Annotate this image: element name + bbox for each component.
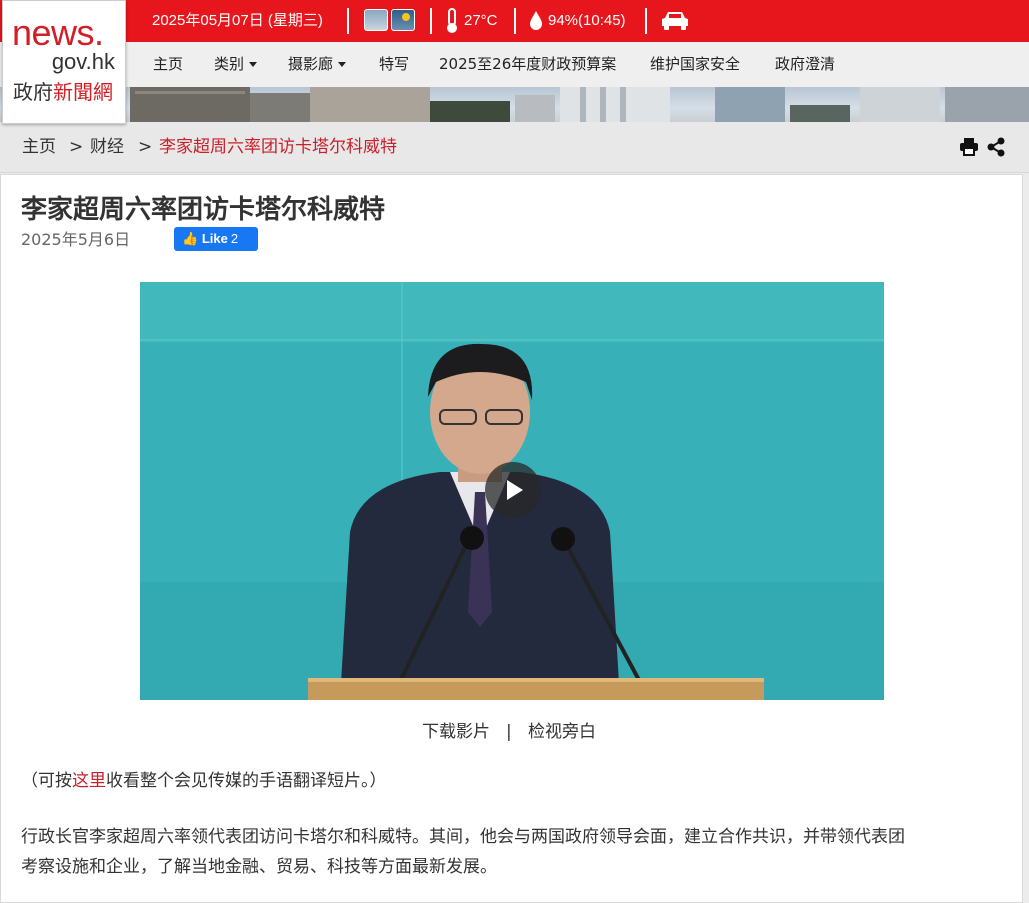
like-count: 2 xyxy=(230,231,239,246)
logo-news-text: news. xyxy=(12,12,104,53)
divider xyxy=(514,8,516,34)
top-info-bar: 2025年05月07日 (星期三) 27°C 94%(10:45) xyxy=(0,0,1029,42)
nav-national-security[interactable]: 维护国家安全 xyxy=(650,42,740,87)
article-date: 2025年5月6日 xyxy=(21,230,131,249)
caret-down-icon xyxy=(338,62,347,67)
sign-language-link[interactable]: 这里 xyxy=(72,771,106,791)
humidity[interactable]: 94%(10:45) xyxy=(548,0,626,42)
car-icon[interactable] xyxy=(660,9,690,31)
article-body: 行政长官李家超周六率领代表团访问卡塔尔和科威特。其间，他会与两国政府领导会面，建… xyxy=(21,827,905,877)
temperature[interactable]: 27°C xyxy=(464,0,498,42)
play-button[interactable] xyxy=(485,462,541,518)
droplet-icon xyxy=(530,11,542,30)
nav-budget[interactable]: 2025至26年度财政预算案 xyxy=(439,42,616,87)
facebook-like-button[interactable]: 👍 Like 2 xyxy=(174,227,258,251)
current-date: 2025年05月07日 (星期三) xyxy=(152,12,323,29)
nav-features[interactable]: 特写 xyxy=(379,42,409,87)
logo-domain-text: gov.hk xyxy=(51,49,115,74)
site-logo[interactable]: news. gov.hk 政府新聞網 xyxy=(2,0,126,124)
nav-home[interactable]: 主页 xyxy=(153,42,183,87)
skyline-banner xyxy=(0,87,1029,122)
print-icon[interactable] xyxy=(959,138,979,156)
weather-cloudy-icon[interactable] xyxy=(364,9,388,31)
sign-language-note: （可按这里收看整个会见传媒的手语翻译短片。） xyxy=(21,771,387,791)
breadcrumb-finance[interactable]: 财经 xyxy=(90,122,124,173)
main-nav: 主页 类别 摄影廊 特写 2025至26年度财政预算案 维护国家安全 政府澄清 xyxy=(0,42,1029,87)
divider xyxy=(347,8,349,34)
thumbs-up-icon: 👍 xyxy=(182,231,199,246)
nav-clarifications[interactable]: 政府澄清 xyxy=(775,42,835,87)
article-title: 李家超周六率团访卡塔尔科威特 xyxy=(21,195,386,225)
thermometer-icon xyxy=(447,8,457,33)
share-icon[interactable] xyxy=(987,137,1005,157)
link-separator: | xyxy=(506,722,512,742)
divider xyxy=(430,8,432,34)
breadcrumb-separator: > xyxy=(138,137,153,157)
breadcrumb-current: 李家超周六率团访卡塔尔科威特 xyxy=(159,137,397,157)
skyline-image xyxy=(130,87,1029,122)
breadcrumb: 主页 > 财经 > 李家超周六率团访卡塔尔科威特 xyxy=(0,122,1029,173)
weather-sunny-rain-icon[interactable] xyxy=(391,9,415,31)
divider xyxy=(645,8,647,34)
nav-categories[interactable]: 类别 xyxy=(214,42,258,87)
caret-down-icon xyxy=(249,62,258,67)
logo-chinese-text: 政府新聞網 xyxy=(13,80,113,104)
breadcrumb-home[interactable]: 主页 xyxy=(22,122,56,173)
breadcrumb-separator: > xyxy=(69,137,84,157)
view-narration-link[interactable]: 检视旁白 xyxy=(528,720,596,744)
download-video-link[interactable]: 下载影片 xyxy=(422,720,490,744)
nav-photo-gallery[interactable]: 摄影廊 xyxy=(288,42,347,87)
